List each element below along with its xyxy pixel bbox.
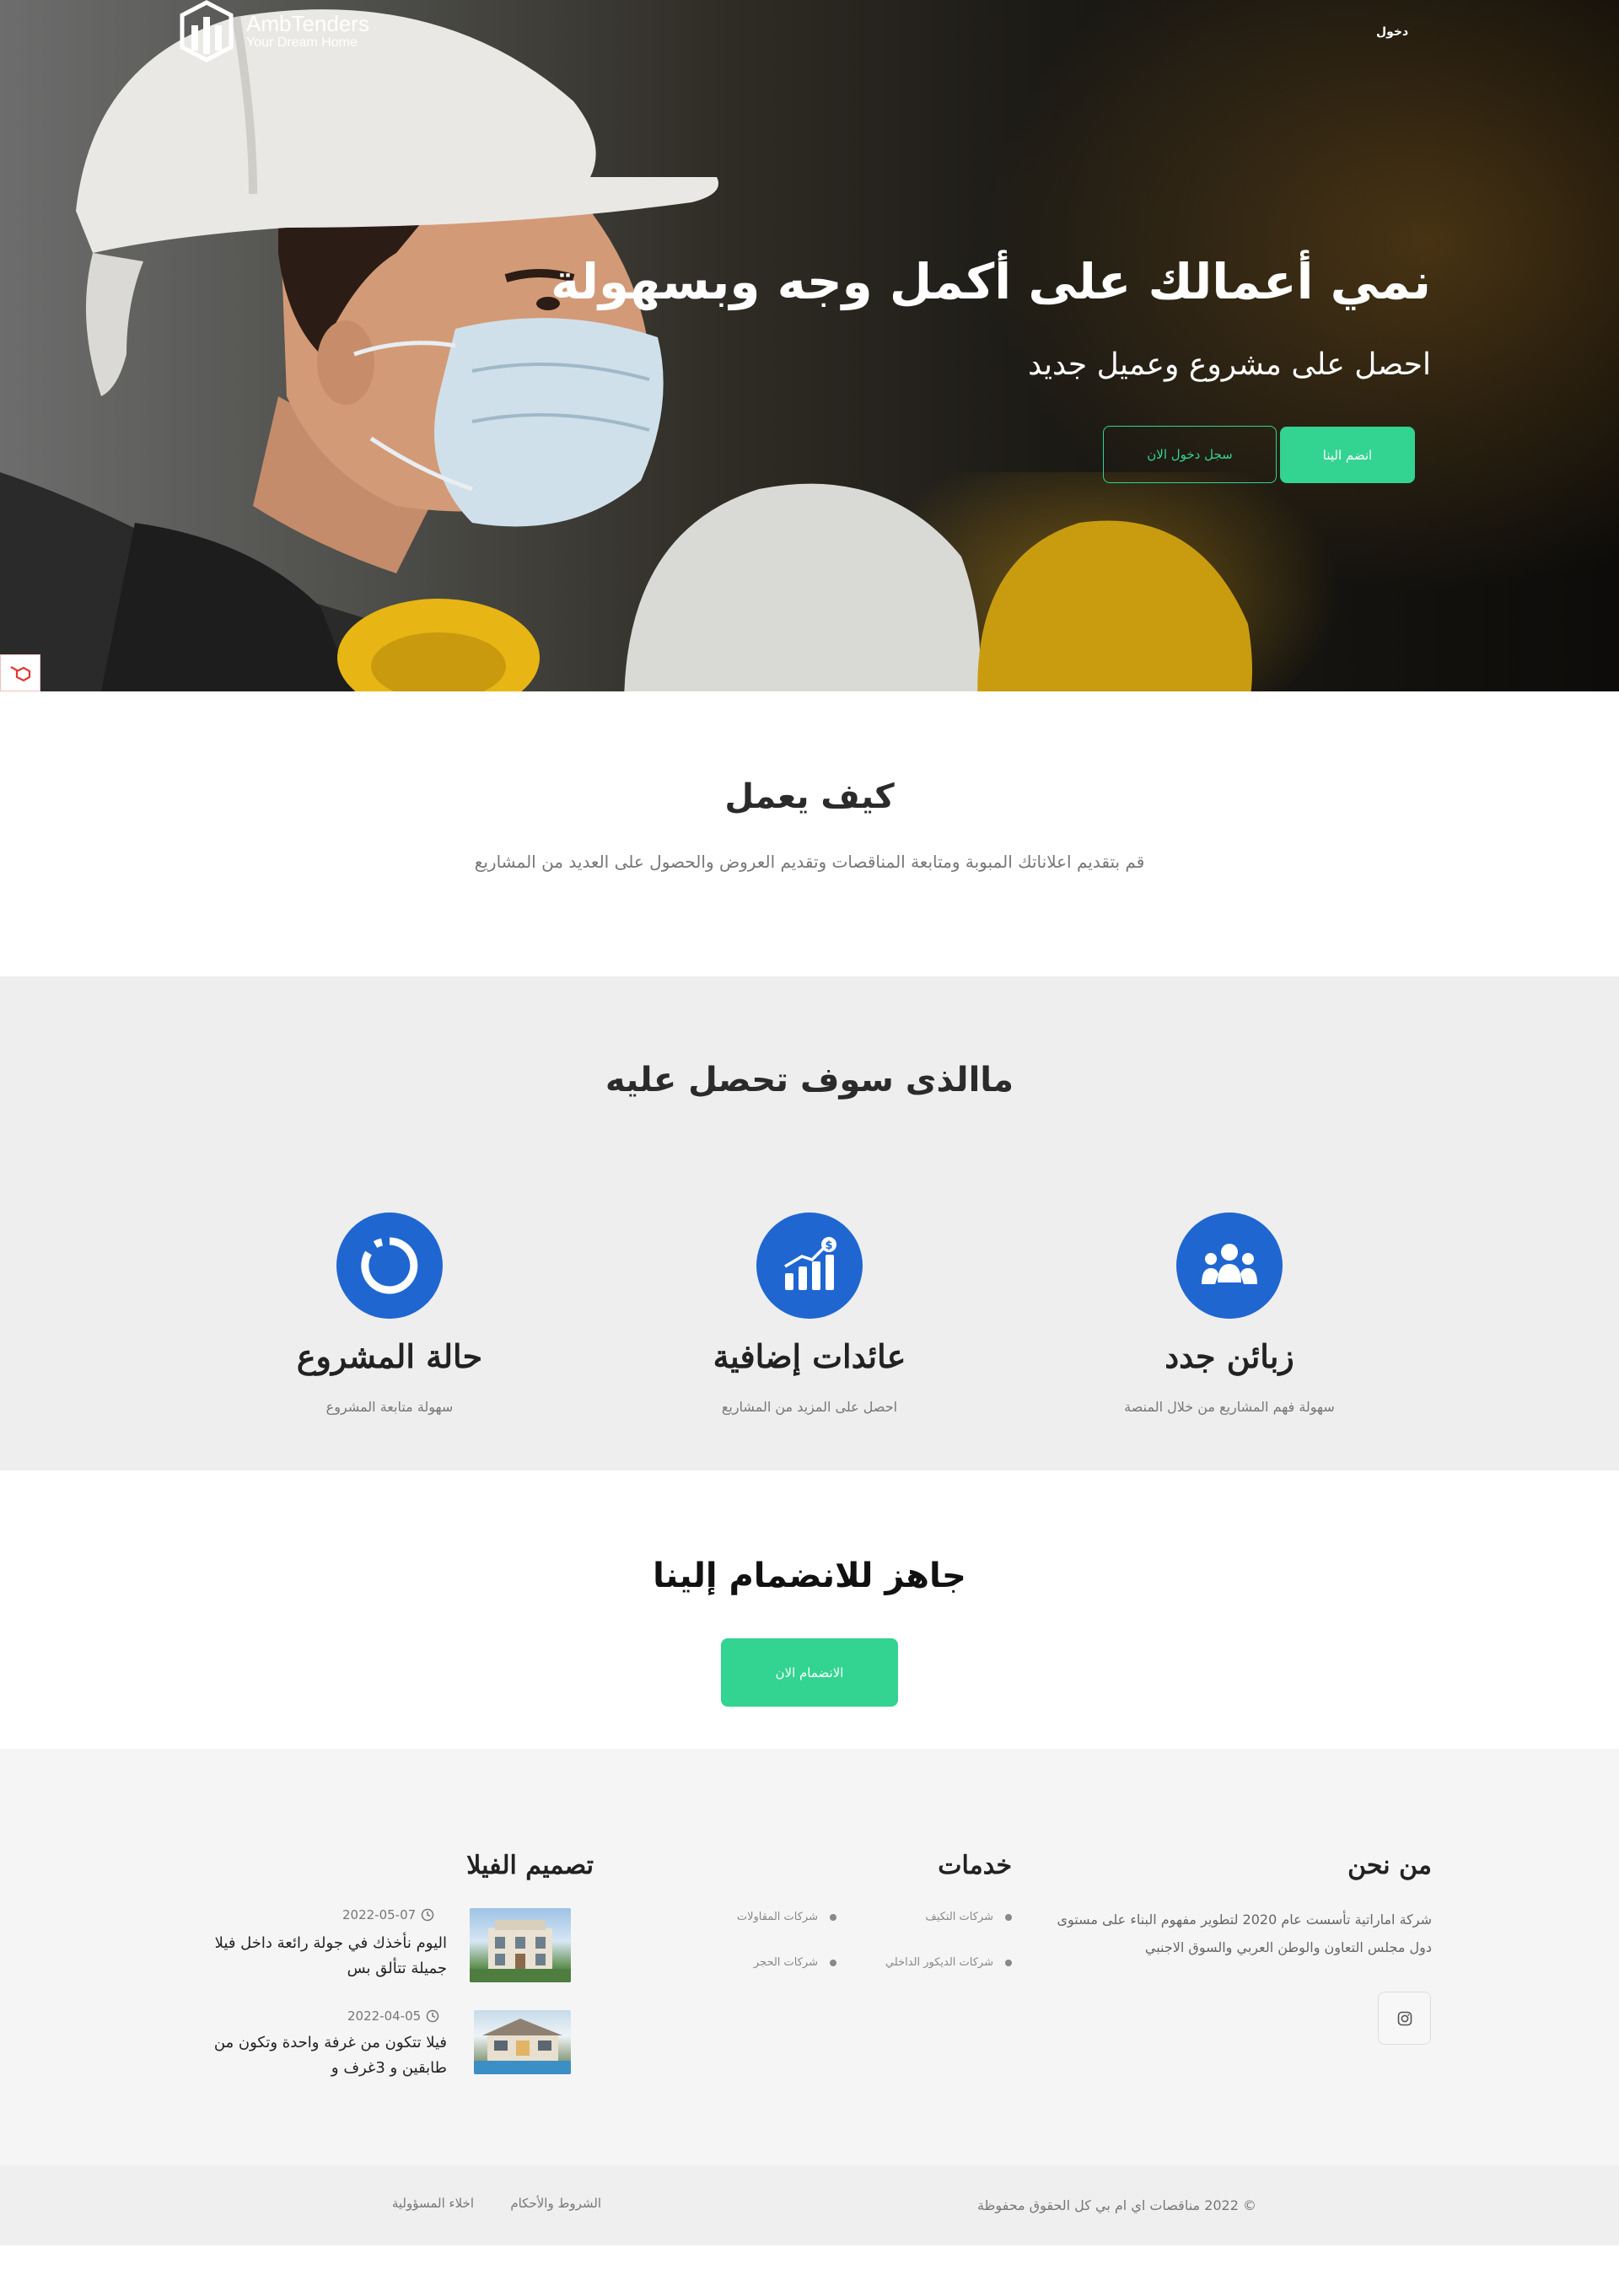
villa-image (470, 1920, 571, 1982)
svg-text:$: $ (825, 1239, 832, 1252)
terms-link[interactable]: الشروط والأحكام (510, 2196, 601, 2211)
chart-dollar-icon: $ (756, 1213, 863, 1319)
bullet-icon (1005, 1959, 1012, 1966)
hero-subtitle: احصل على مشروع وعميل جديد (1028, 347, 1431, 382)
feature-card-project-status: حالة المشروع سهولة متابعة المشروع (238, 1213, 541, 1415)
building-logo-icon (180, 0, 234, 62)
villa-image (474, 2019, 571, 2074)
feature-description: احصل على المزيد من المشاريع (721, 1399, 898, 1415)
post-title-link[interactable]: فيلا تتكون من غرفة واحدة وتكون من طابقين… (194, 2030, 447, 2081)
bullet-icon (830, 1913, 836, 1921)
service-label: شركات الحجر (753, 1956, 818, 1969)
service-item[interactable]: شركات المقاولات (737, 1911, 836, 1923)
post-date-text: 2022-05-07 (342, 1907, 417, 1922)
how-section: كيف يعمل قم بتقديم اعلاناتك المبوبة ومتا… (0, 777, 1619, 872)
post-thumbnail[interactable] (474, 2010, 571, 2074)
instagram-icon (1397, 2011, 1412, 2025)
hero-login-button[interactable]: سجل دخول الان (1103, 426, 1277, 483)
service-item[interactable]: شركات التكيف (925, 1911, 1012, 1923)
post-date-text: 2022-04-05 (347, 2008, 422, 2024)
brand-logo[interactable]: AmbTenders Your Dream Home (179, 0, 369, 62)
bottom-bar (0, 2165, 1619, 2245)
feature-title: زبائن جدد (1164, 1337, 1294, 1375)
benefits-heading-wrap: ماالذى سوف تحصل عليه (0, 1061, 1619, 1100)
nav-login-link[interactable]: دخول (1376, 25, 1408, 39)
copyright-text: © 2022 مناقصات اي ام بي كل الحقوق محفوظة (977, 2197, 1256, 2213)
hero-background-helmets (624, 483, 1252, 691)
how-title: كيف يعمل (724, 777, 895, 816)
footer-about-text: شركة اماراتية تأسست عام 2020 لتطوير مفهو… (1057, 1912, 1433, 1955)
hero-section: AmbTenders Your Dream Home دخول نمي أعما… (0, 0, 1619, 691)
service-item[interactable]: شركات الحجر (754, 1956, 836, 1969)
side-tab[interactable] (0, 654, 40, 691)
how-description: قم بتقديم اعلاناتك المبوبة ومتابعة المنا… (474, 852, 1145, 872)
hero-title: نمي أعمالك على أكمل وجه وبسهولة (551, 253, 1431, 310)
disclaimer-link[interactable]: اخلاء المسؤولية (392, 2196, 474, 2211)
instagram-button[interactable] (1378, 1992, 1431, 2045)
cta-join-button[interactable]: الانضمام الان (721, 1638, 898, 1707)
service-label: شركات المقاولات (736, 1911, 818, 1923)
post-date: 2022-05-07 (342, 1907, 434, 1922)
benefits-title: ماالذى سوف تحصل عليه (605, 1061, 1014, 1100)
feature-description: سهولة فهم المشاريع من خلال المنصة (1124, 1399, 1335, 1415)
clock-icon (421, 1908, 434, 1922)
post-title-link[interactable]: اليوم نأخذك في جولة رائعة داخل فيلا جميل… (194, 1931, 447, 1981)
users-icon (1176, 1213, 1283, 1319)
brand-name: AmbTenders (246, 11, 369, 36)
clock-icon (426, 2009, 439, 2023)
service-item[interactable]: شركات الديكور الداخلي (885, 1956, 1012, 1969)
brand-tagline: Your Dream Home (246, 35, 358, 50)
cta-title: جاهز للانضمام إلينا (653, 1557, 966, 1595)
footer-about-title: من نحن (1347, 1851, 1432, 1880)
feature-title: حالة المشروع (296, 1337, 483, 1375)
footer-services-title: خدمات (938, 1851, 1012, 1880)
progress-circle-icon (336, 1213, 443, 1319)
post-date: 2022-04-05 (347, 2008, 439, 2024)
footer-villa-title: تصميم الفيلا (466, 1851, 594, 1880)
feature-title: عائدات إضافية (713, 1337, 906, 1375)
bullet-icon (1005, 1913, 1012, 1921)
feature-description: سهولة متابعة المشروع (325, 1399, 454, 1415)
hero-join-button[interactable]: انضم الينا (1280, 427, 1415, 483)
service-label: شركات التكيف (925, 1911, 993, 1923)
cta-section: جاهز للانضمام إلينا (0, 1557, 1619, 1595)
brand-text: AmbTenders Your Dream Home (246, 13, 369, 50)
post-thumbnail[interactable] (470, 1908, 571, 1982)
laravel-icon (10, 666, 31, 682)
feature-card-new-clients: زبائن جدد سهولة فهم المشاريع من خلال الم… (1078, 1213, 1381, 1415)
service-label: شركات الديكور الداخلي (885, 1956, 993, 1969)
feature-card-extra-revenue: $ عائدات إضافية احصل على المزيد من المشا… (658, 1213, 961, 1415)
bullet-icon (830, 1959, 836, 1966)
